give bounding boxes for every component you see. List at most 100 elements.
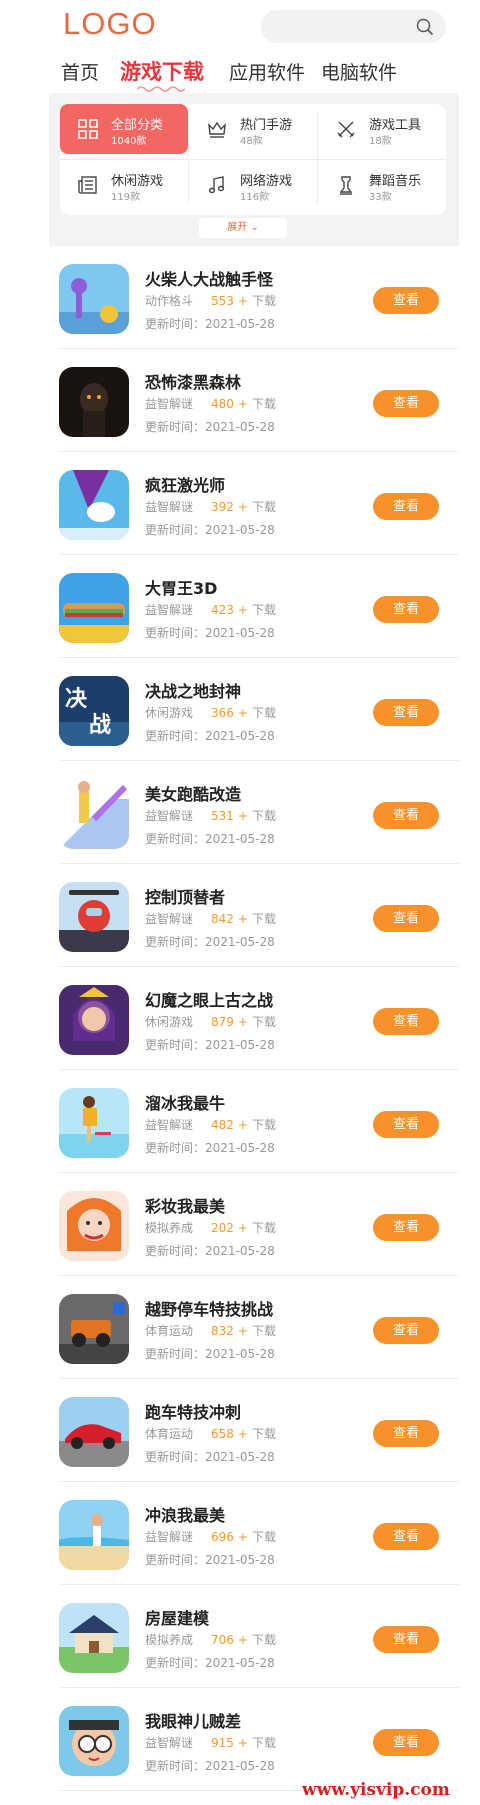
- app-icon[interactable]: [59, 1706, 129, 1776]
- app-icon[interactable]: [59, 985, 129, 1055]
- view-button[interactable]: 查看: [373, 1111, 439, 1138]
- category-game-tools[interactable]: 游戏工具 18款: [318, 104, 446, 154]
- download-label: 下载: [251, 603, 276, 617]
- date-prefix: 更新时间：: [145, 626, 206, 640]
- category-panel: 全部分类 1040款 热门手游 48款 游戏工具 18款 休闲游戏 119款 网…: [49, 93, 459, 246]
- view-button[interactable]: 查看: [373, 390, 439, 417]
- tab-home[interactable]: 首页: [61, 58, 99, 85]
- tab-apps[interactable]: 应用软件: [229, 58, 305, 85]
- search-input[interactable]: [261, 10, 446, 43]
- list-item[interactable]: 恐怖漆黑森林 益智解谜 480 + 下载 更新时间：2021-05-28 查看: [59, 349, 459, 452]
- category-casual[interactable]: 休闲游戏 119款: [60, 160, 188, 210]
- app-title[interactable]: 美女跑酷改造: [145, 781, 241, 805]
- view-button[interactable]: 查看: [373, 287, 439, 314]
- list-item[interactable]: 幻魔之眼上古之战 休闲游戏 879 + 下载 更新时间：2021-05-28 查看: [59, 967, 459, 1070]
- app-icon[interactable]: [59, 1294, 129, 1364]
- list-item[interactable]: 美女跑酷改造 益智解谜 531 + 下载 更新时间：2021-05-28 查看: [59, 761, 459, 864]
- app-category: 益智解谜: [145, 603, 194, 617]
- list-item[interactable]: 火柴人大战触手怪 动作格斗 553 + 下载 更新时间：2021-05-28 查看: [59, 246, 459, 349]
- app-title[interactable]: 大胃王3D: [145, 575, 217, 599]
- app-icon[interactable]: [59, 1191, 129, 1261]
- list-item[interactable]: 我眼神儿贼差 益智解谜 915 + 下载 更新时间：2021-05-28 查看: [59, 1688, 459, 1791]
- date-prefix: 更新时间：: [145, 935, 206, 949]
- view-button[interactable]: 查看: [373, 699, 439, 726]
- app-title[interactable]: 彩妆我最美: [145, 1193, 225, 1217]
- app-category: 益智解谜: [145, 500, 194, 514]
- app-category: 体育运动: [145, 1324, 194, 1338]
- view-button[interactable]: 查看: [373, 1008, 439, 1035]
- app-icon[interactable]: 决战: [59, 676, 129, 746]
- app-title[interactable]: 跑车特技冲刺: [145, 1399, 241, 1423]
- category-all[interactable]: 全部分类 1040款: [60, 104, 188, 154]
- view-button[interactable]: 查看: [373, 493, 439, 520]
- app-title[interactable]: 恐怖漆黑森林: [145, 369, 241, 393]
- view-button[interactable]: 查看: [373, 802, 439, 829]
- app-title[interactable]: 我眼神儿贼差: [145, 1708, 241, 1732]
- view-button[interactable]: 查看: [373, 905, 439, 932]
- search-icon[interactable]: [416, 18, 434, 36]
- list-item[interactable]: 决战决战之地封神 休闲游戏 366 + 下载 更新时间：2021-05-28 查看: [59, 658, 459, 761]
- update-date: 更新时间：2021-05-28: [145, 624, 275, 641]
- app-icon[interactable]: [59, 1500, 129, 1570]
- chevron-down-icon: ⌄: [250, 222, 259, 233]
- app-icon[interactable]: [59, 470, 129, 540]
- view-button[interactable]: 查看: [373, 1729, 439, 1756]
- list-item[interactable]: 房屋建模 模拟养成 706 + 下载 更新时间：2021-05-28 查看: [59, 1585, 459, 1688]
- app-icon[interactable]: [59, 779, 129, 849]
- tab-game-download[interactable]: 游戏下载: [120, 56, 204, 86]
- plus-sign: +: [237, 1736, 248, 1750]
- list-item[interactable]: 越野停车特技挑战 体育运动 832 + 下载 更新时间：2021-05-28 查看: [59, 1276, 459, 1379]
- app-title[interactable]: 控制顶替者: [145, 884, 225, 908]
- app-title[interactable]: 火柴人大战触手怪: [145, 266, 273, 290]
- app-icon[interactable]: [59, 882, 129, 952]
- category-dance-music[interactable]: 舞蹈音乐 33款: [318, 160, 446, 210]
- plus-sign: +: [237, 1221, 248, 1235]
- list-item[interactable]: 疯狂激光师 益智解谜 392 + 下载 更新时间：2021-05-28 查看: [59, 452, 459, 555]
- app-title[interactable]: 房屋建模: [145, 1605, 209, 1629]
- app-title[interactable]: 幻魔之眼上古之战: [145, 987, 273, 1011]
- download-count: 879: [211, 1015, 234, 1029]
- app-title[interactable]: 决战之地封神: [145, 678, 241, 702]
- logo[interactable]: LOGO: [63, 6, 157, 42]
- app-icon[interactable]: [59, 264, 129, 334]
- app-title[interactable]: 越野停车特技挑战: [145, 1296, 273, 1320]
- app-meta: 模拟养成 202 + 下载: [145, 1219, 276, 1236]
- view-button[interactable]: 查看: [373, 1420, 439, 1447]
- app-icon[interactable]: [59, 1088, 129, 1158]
- date-prefix: 更新时间：: [145, 1244, 206, 1258]
- update-date: 更新时间：2021-05-28: [145, 1242, 275, 1259]
- list-item[interactable]: 冲浪我最美 益智解谜 696 + 下载 更新时间：2021-05-28 查看: [59, 1482, 459, 1585]
- view-button[interactable]: 查看: [373, 1214, 439, 1241]
- list-item[interactable]: 控制顶替者 益智解谜 842 + 下载 更新时间：2021-05-28 查看: [59, 864, 459, 967]
- app-title[interactable]: 冲浪我最美: [145, 1502, 225, 1526]
- app-meta: 体育运动 658 + 下载: [145, 1425, 276, 1442]
- app-category: 模拟养成: [145, 1633, 194, 1647]
- app-title[interactable]: 疯狂激光师: [145, 472, 225, 496]
- app-category: 体育运动: [145, 1427, 194, 1441]
- grid-icon: [78, 119, 98, 139]
- svg-text:决: 决: [65, 687, 88, 712]
- date-prefix: 更新时间：: [145, 420, 206, 434]
- list-item[interactable]: 大胃王3D 益智解谜 423 + 下载 更新时间：2021-05-28 查看: [59, 555, 459, 658]
- view-button[interactable]: 查看: [373, 1317, 439, 1344]
- download-label: 下载: [251, 912, 276, 926]
- app-icon[interactable]: [59, 367, 129, 437]
- app-category: 休闲游戏: [145, 1015, 194, 1029]
- expand-button[interactable]: 展开 ⌄: [199, 218, 287, 238]
- category-hot-mobile[interactable]: 热门手游 48款: [189, 104, 317, 154]
- app-icon[interactable]: [59, 573, 129, 643]
- app-icon[interactable]: [59, 1603, 129, 1673]
- view-button[interactable]: 查看: [373, 1523, 439, 1550]
- date-value: 2021-05-28: [205, 1450, 275, 1464]
- list-item[interactable]: 溜冰我最牛 益智解谜 482 + 下载 更新时间：2021-05-28 查看: [59, 1070, 459, 1173]
- download-count: 706: [211, 1633, 234, 1647]
- tab-pc-software[interactable]: 电脑软件: [321, 58, 397, 85]
- view-button[interactable]: 查看: [373, 596, 439, 623]
- list-item[interactable]: 彩妆我最美模拟养成 202 + 下载 更新时间：2021-05-28 查看: [59, 1173, 459, 1276]
- view-button[interactable]: 查看: [373, 1626, 439, 1653]
- app-icon[interactable]: [59, 1397, 129, 1467]
- app-title[interactable]: 溜冰我最牛: [145, 1090, 225, 1114]
- list-item[interactable]: 跑车特技冲刺 体育运动 658 + 下载 更新时间：2021-05-28 查看: [59, 1379, 459, 1482]
- date-value: 2021-05-28: [205, 1553, 275, 1567]
- category-online[interactable]: 网络游戏 116款: [189, 160, 317, 210]
